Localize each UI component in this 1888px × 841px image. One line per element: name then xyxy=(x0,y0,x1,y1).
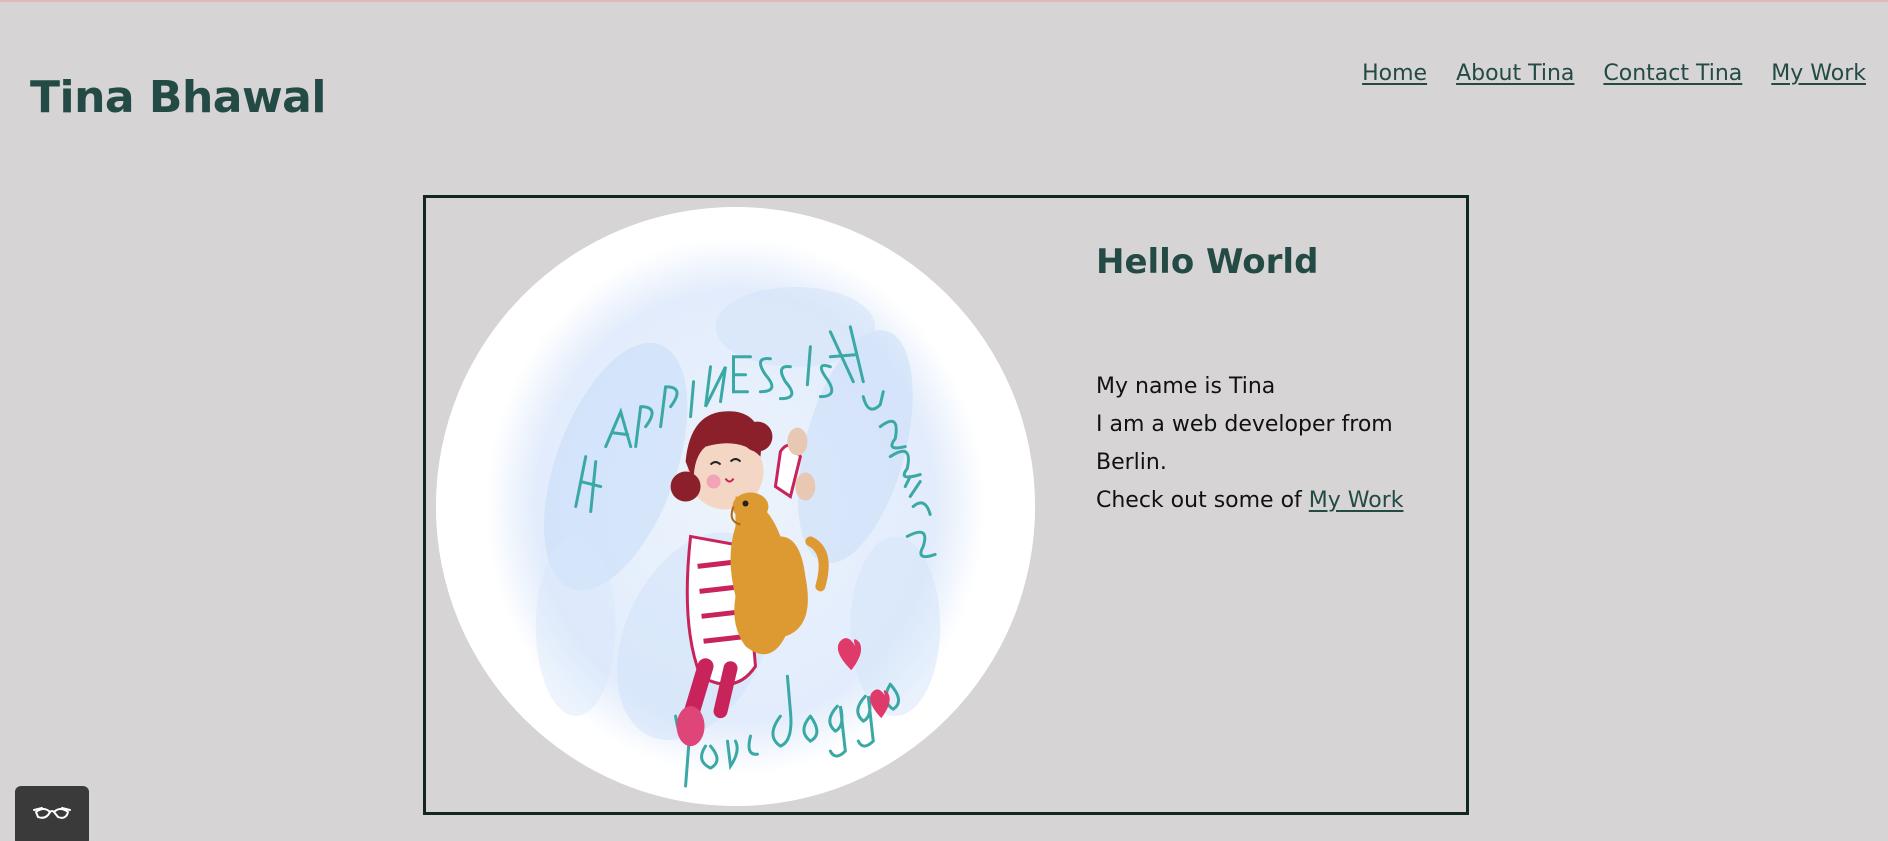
intro-line-name: My name is Tina xyxy=(1096,374,1276,399)
hero-illustration-svg xyxy=(436,207,1035,806)
my-work-inline-link[interactable]: My Work xyxy=(1309,488,1404,513)
nav-home[interactable]: Home xyxy=(1362,61,1427,86)
intro-line-check-out-prefix: Check out some of xyxy=(1096,488,1302,513)
nav-my-work[interactable]: My Work xyxy=(1771,61,1866,86)
top-accent-line xyxy=(0,0,1888,2)
nav-contact-tina[interactable]: Contact Tina xyxy=(1603,61,1742,86)
intro-line-developer: I am a web developer from Berlin. xyxy=(1096,412,1393,475)
main-nav: Home About Tina Contact Tina My Work xyxy=(1362,61,1866,86)
card-heading: Hello World xyxy=(1096,242,1319,282)
site-title: Tina Bhawal xyxy=(30,72,326,123)
glasses-icon xyxy=(33,807,71,819)
accessibility-toggle-button[interactable] xyxy=(15,786,89,841)
intro-text: My name is Tina I am a web developer fro… xyxy=(1096,368,1466,520)
intro-line-check-out: Check out some of My Work xyxy=(1096,482,1466,520)
hero-illustration xyxy=(436,207,1035,806)
intro-card: Hello World My name is Tina I am a web d… xyxy=(423,195,1469,815)
nav-about-tina[interactable]: About Tina xyxy=(1456,61,1574,86)
